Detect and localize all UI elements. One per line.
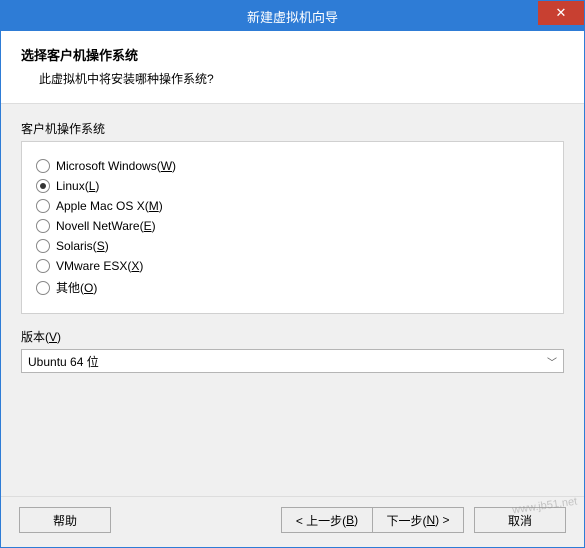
nav-button-group: < 上一步(B) 下一步(N) > bbox=[282, 507, 464, 533]
header-subtitle: 此虚拟机中将安装哪种操作系统? bbox=[21, 70, 564, 87]
radio-other[interactable]: 其他(O) bbox=[36, 276, 549, 299]
radio-label: VMware ESX(X) bbox=[56, 259, 143, 273]
version-label: 版本(V) bbox=[21, 328, 564, 345]
radio-linux[interactable]: Linux(L) bbox=[36, 176, 549, 196]
close-icon: ✕ bbox=[556, 5, 567, 21]
chevron-down-icon: ﹀ bbox=[547, 354, 557, 369]
version-section: 版本(V) Ubuntu 64 位 ﹀ bbox=[21, 328, 564, 373]
radio-label: Microsoft Windows(W) bbox=[56, 159, 176, 173]
radio-icon bbox=[36, 179, 50, 193]
radio-icon bbox=[36, 219, 50, 233]
titlebar: 新建虚拟机向导 ✕ bbox=[1, 1, 584, 31]
wizard-footer: 帮助 < 上一步(B) 下一步(N) > 取消 bbox=[1, 496, 584, 547]
radio-label: Linux(L) bbox=[56, 179, 99, 193]
radio-icon bbox=[36, 281, 50, 295]
help-button[interactable]: 帮助 bbox=[19, 507, 111, 533]
radio-esx[interactable]: VMware ESX(X) bbox=[36, 256, 549, 276]
radio-label: Solaris(S) bbox=[56, 239, 109, 253]
radio-label: Novell NetWare(E) bbox=[56, 219, 156, 233]
radio-icon bbox=[36, 239, 50, 253]
radio-icon bbox=[36, 159, 50, 173]
back-button[interactable]: < 上一步(B) bbox=[281, 507, 373, 533]
radio-icon bbox=[36, 259, 50, 273]
os-group-label: 客户机操作系统 bbox=[21, 120, 564, 137]
window-title: 新建虚拟机向导 bbox=[247, 7, 338, 26]
header-title: 选择客户机操作系统 bbox=[21, 45, 564, 64]
radio-netware[interactable]: Novell NetWare(E) bbox=[36, 216, 549, 236]
version-select[interactable]: Ubuntu 64 位 ﹀ bbox=[21, 349, 564, 373]
wizard-header: 选择客户机操作系统 此虚拟机中将安装哪种操作系统? bbox=[1, 31, 584, 104]
radio-windows[interactable]: Microsoft Windows(W) bbox=[36, 156, 549, 176]
wizard-window: 新建虚拟机向导 ✕ 选择客户机操作系统 此虚拟机中将安装哪种操作系统? 客户机操… bbox=[0, 0, 585, 548]
radio-label: 其他(O) bbox=[56, 279, 97, 296]
radio-icon bbox=[36, 199, 50, 213]
version-selected-value: Ubuntu 64 位 bbox=[28, 353, 99, 370]
radio-macos[interactable]: Apple Mac OS X(M) bbox=[36, 196, 549, 216]
next-button[interactable]: 下一步(N) > bbox=[372, 507, 464, 533]
radio-solaris[interactable]: Solaris(S) bbox=[36, 236, 549, 256]
radio-label: Apple Mac OS X(M) bbox=[56, 199, 163, 213]
os-panel: Microsoft Windows(W) Linux(L) Apple Mac … bbox=[21, 141, 564, 314]
wizard-content: 客户机操作系统 Microsoft Windows(W) Linux(L) Ap… bbox=[1, 104, 584, 496]
cancel-button[interactable]: 取消 bbox=[474, 507, 566, 533]
close-button[interactable]: ✕ bbox=[538, 1, 584, 25]
